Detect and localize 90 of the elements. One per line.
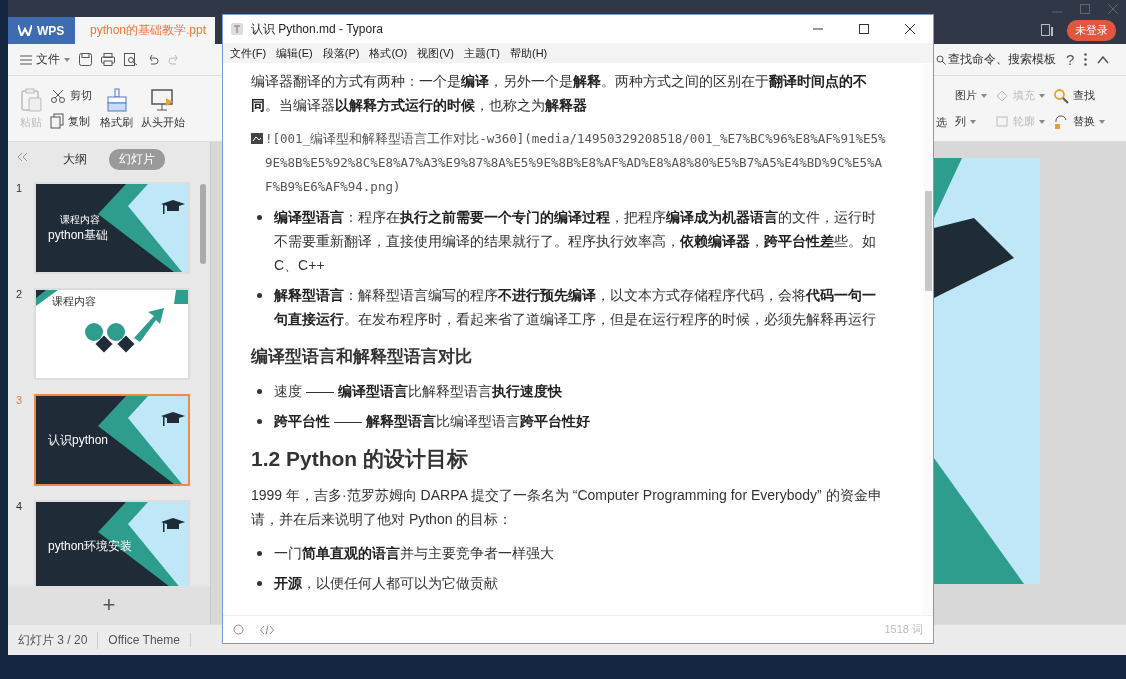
add-slide-button[interactable]: + bbox=[96, 591, 122, 619]
image-markdown-source: ![001_编译型和解释型语言工作对比-w360](media/14950329208518/001_%E7%BC%96%E8%AF%91%E5%9E%8B%E5%92%8C%E8%A7%A3%E9%87%8A%E5%9E%8B%E8%AF%AD%E8%A8%80%E5%B7%A5%E4%BD%9C%E5%AF%B9%E6%AF%94.png) bbox=[265, 130, 887, 196]
list-item: 一门简单直观的语言并与主要竞争者一样强大 bbox=[274, 544, 554, 563]
ribbon-button[interactable]: 从头开始 bbox=[141, 87, 185, 130]
slide-thumbnail[interactable]: python环境安装 bbox=[34, 500, 190, 586]
login-button[interactable]: 未登录 bbox=[1067, 19, 1116, 41]
outline-icon bbox=[995, 114, 1009, 129]
ribbon-label: 选 bbox=[936, 114, 947, 130]
ribbon-button[interactable]: 图片 bbox=[955, 87, 987, 104]
caret-icon bbox=[1039, 93, 1045, 98]
bullet-dot bbox=[257, 581, 262, 586]
close-icon bbox=[905, 24, 915, 34]
maximize-icon[interactable] bbox=[1080, 4, 1090, 14]
code-icon[interactable] bbox=[260, 624, 274, 635]
ribbon-button[interactable]: 列 bbox=[955, 113, 987, 130]
search-field[interactable]: 查找命令、搜索模板 bbox=[936, 51, 1056, 68]
menu-icon bbox=[20, 54, 32, 65]
caret-icon bbox=[1039, 119, 1045, 124]
minimize-icon bbox=[813, 28, 823, 30]
menu-item[interactable]: 帮助(H) bbox=[505, 45, 553, 61]
document-tab[interactable]: WPS bbox=[8, 17, 75, 44]
menu-item[interactable]: 视图(V) bbox=[412, 45, 459, 61]
paintbrush-icon bbox=[105, 87, 128, 112]
section-heading: 编译型语言和解释型语言对比 bbox=[251, 346, 473, 368]
help-button[interactable]: ? bbox=[1066, 51, 1075, 68]
broken-image-icon bbox=[251, 133, 263, 144]
ribbon-button[interactable]: 替换 bbox=[1053, 113, 1126, 130]
more-icon[interactable] bbox=[1084, 53, 1088, 66]
tablet-icon[interactable] bbox=[1041, 24, 1053, 36]
list-item: 跨平台性 —— 解释型语言比编译型语言跨平台性好 bbox=[274, 412, 590, 431]
bullet-dot bbox=[257, 293, 262, 298]
file-menu[interactable]: 文件 bbox=[20, 51, 70, 68]
panel-tab[interactable]: 大纲 bbox=[53, 148, 97, 170]
caret-icon bbox=[970, 119, 976, 124]
word-count: 1518 词 bbox=[884, 622, 923, 637]
app-icon bbox=[231, 23, 243, 35]
slideshow-icon bbox=[151, 87, 175, 112]
slide-thumbnail[interactable]: 认识python bbox=[34, 394, 190, 486]
circle-icon[interactable] bbox=[233, 624, 244, 635]
scrollbar[interactable] bbox=[200, 184, 206, 264]
caret-icon bbox=[981, 93, 987, 98]
caret-icon bbox=[64, 57, 70, 62]
ribbon-button[interactable]: 剪切 bbox=[50, 88, 92, 103]
menu-item[interactable]: 格式(O) bbox=[364, 45, 413, 61]
paragraph: 1999 年，吉多·范罗苏姆向 DARPA 提交了一条名为 “Computer Programming for Everybody” 的资金申请，并在后来说明了他对 Python 的目标： bbox=[251, 486, 883, 529]
fill-icon bbox=[995, 88, 1009, 103]
collapse-panel-icon[interactable] bbox=[18, 153, 28, 161]
slide-number: 1 bbox=[16, 182, 24, 194]
close-icon[interactable] bbox=[1108, 4, 1118, 14]
search-icon bbox=[1053, 87, 1069, 104]
scrollbar-thumb[interactable] bbox=[925, 191, 932, 291]
menu-item[interactable]: 文件(F) bbox=[225, 45, 272, 61]
bullet-dot bbox=[257, 419, 262, 424]
slide-thumbnail[interactable]: 课程内容 python基础 bbox=[34, 182, 190, 274]
print-preview-icon[interactable] bbox=[124, 53, 138, 66]
paragraph: 编译器翻译的方式有两种：一个是编译，另外一个是解释。两种方式之间的区别在于翻译时间点的不同。当编译器以解释方式运行的时候，也称之为解释器 bbox=[251, 72, 868, 115]
slide-number: 4 bbox=[16, 500, 24, 512]
clipboard-icon bbox=[20, 87, 42, 112]
scissors-icon bbox=[50, 88, 66, 103]
replace-icon bbox=[1053, 113, 1069, 130]
slide-number: 3 bbox=[16, 394, 24, 406]
redo-icon bbox=[168, 53, 180, 66]
menu-item[interactable]: 段落(P) bbox=[317, 45, 365, 61]
print-icon[interactable] bbox=[101, 53, 115, 66]
status-text: Office Theme bbox=[98, 633, 191, 647]
slide-thumbnail[interactable]: 课程内容 bbox=[34, 288, 190, 380]
menu-item[interactable]: 主题(T) bbox=[458, 45, 505, 61]
slide-number: 2 bbox=[16, 288, 24, 300]
save-icon[interactable] bbox=[79, 53, 92, 66]
maximize-icon bbox=[859, 24, 869, 34]
list-item: 编译型语言：程序在执行之前需要一个专门的编译过程，把程序编译成为机器语言的文件，运行时不需要重新翻译，直接使用编译的结果就行了。程序执行效率高，依赖编译器，跨平台性差些。如 C、C++ bbox=[274, 208, 877, 275]
list-item: 解释型语言：解释型语言编写的程序不进行预先编译，以文本方式存储程序代码，会将代码一句一句直接运行。在发布程序时，看起来省了道编译工序，但是在运行程序的时候，必须先解释再运行 bbox=[274, 286, 877, 329]
collapse-icon[interactable] bbox=[1097, 55, 1110, 64]
ribbon-button[interactable]: 查找 bbox=[1053, 87, 1126, 104]
window-title: 认识 Python.md - Typora bbox=[251, 20, 383, 38]
status-text: 幻灯片 3 / 20 bbox=[8, 631, 99, 649]
search-icon bbox=[936, 54, 946, 65]
caret-icon bbox=[1099, 119, 1105, 124]
ribbon-button[interactable]: 格式刷 bbox=[100, 87, 133, 130]
bullet-dot bbox=[257, 215, 262, 220]
undo-icon[interactable] bbox=[147, 53, 159, 66]
copy-icon bbox=[50, 113, 64, 129]
bullet-dot bbox=[257, 551, 262, 556]
list-item: 速度 —— 编译型语言比解释型语言执行速度快 bbox=[274, 382, 562, 401]
section-heading: 1.2 Python 的设计目标 bbox=[251, 447, 470, 471]
menu-item[interactable]: 编辑(E) bbox=[271, 45, 318, 61]
ribbon-button[interactable]: 复制 bbox=[50, 113, 92, 129]
logo-icon bbox=[18, 25, 32, 36]
list-item: 开源，以便任何人都可以为它做贡献 bbox=[274, 574, 498, 593]
bullet-dot bbox=[257, 389, 262, 394]
